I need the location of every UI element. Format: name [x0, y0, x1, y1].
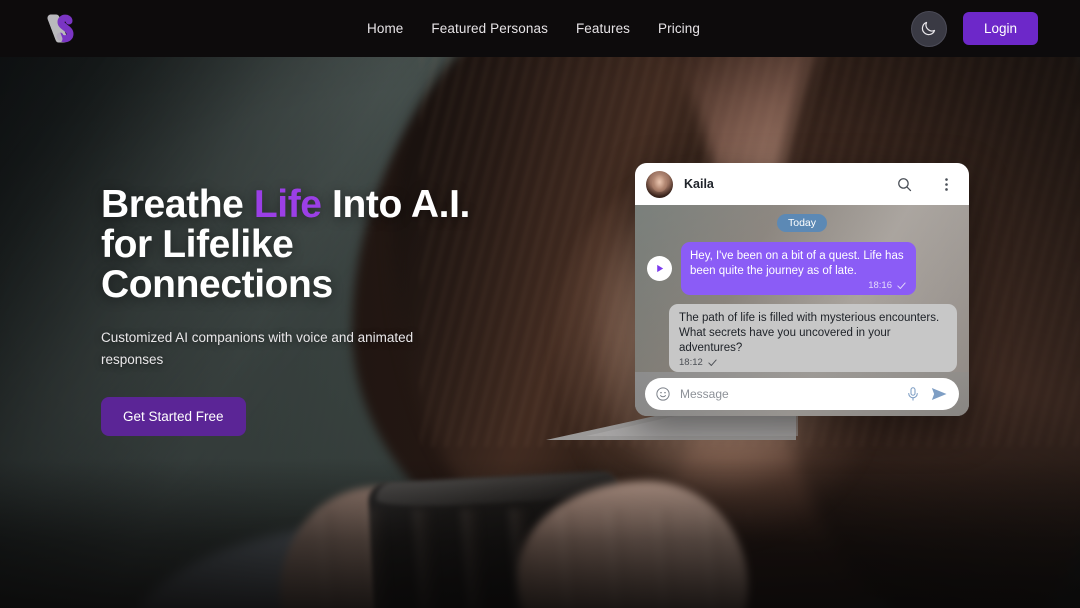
message-meta: 18:16 [690, 280, 907, 291]
message-meta: 18:12 [679, 357, 948, 368]
microphone-icon [908, 387, 918, 401]
check-icon [708, 359, 717, 366]
brand-logo[interactable] [42, 9, 82, 49]
chat-search-button[interactable] [896, 176, 913, 193]
message-text: The path of life is filled with mysterio… [679, 312, 940, 354]
chat-day-divider: Today [776, 214, 828, 232]
voice-message-play-button[interactable] [647, 256, 672, 281]
voice-record-button[interactable] [905, 386, 921, 402]
emoji-button[interactable] [655, 386, 671, 402]
message-bubble-incoming: The path of life is filled with mysterio… [669, 304, 957, 372]
chat-day-divider-row: Today [647, 214, 957, 232]
chat-widget: Kaila Today Hey, I've been on a bit of a… [635, 163, 969, 416]
chat-message-list: Today Hey, I've been on a bit of a quest… [635, 205, 969, 372]
hero-title-accent: Life [253, 183, 322, 226]
send-button[interactable] [930, 385, 948, 403]
nav-item-featured-personas[interactable]: Featured Personas [431, 21, 548, 36]
hero-title-part1: Breathe [101, 183, 254, 226]
background-bottom-fade [0, 458, 1080, 608]
nav-item-pricing[interactable]: Pricing [658, 21, 700, 36]
page-title: Breathe Life Into A.I. for Lifelike Conn… [101, 185, 531, 305]
page-root: Home Featured Personas Features Pricing … [0, 0, 1080, 608]
search-icon [898, 177, 912, 191]
chat-menu-button[interactable] [938, 176, 955, 193]
nav-item-home[interactable]: Home [367, 21, 403, 36]
hero-subtitle: Customized AI companions with voice and … [101, 330, 414, 367]
play-icon [657, 264, 664, 273]
moon-icon [922, 21, 936, 36]
message-text: Hey, I've been on a bit of a quest. Life… [690, 250, 904, 277]
hero-copy: Breathe Life Into A.I. for Lifelike Conn… [101, 185, 531, 436]
site-header: Home Featured Personas Features Pricing … [0, 0, 1080, 57]
header-actions: Login [910, 0, 1038, 57]
message-timestamp: 18:16 [868, 280, 892, 291]
more-vertical-icon [945, 177, 948, 191]
chat-input-container[interactable]: Message [645, 378, 959, 410]
vs-monogram-logo-icon [47, 14, 74, 43]
send-icon [931, 388, 947, 400]
message-bubble-outgoing: Hey, I've been on a bit of a quest. Life… [681, 242, 916, 295]
get-started-free-button[interactable]: Get Started Free [101, 397, 246, 436]
message-timestamp: 18:12 [679, 357, 703, 368]
chat-composer: Message [635, 372, 969, 416]
check-icon [897, 282, 906, 289]
login-button[interactable]: Login [962, 12, 1038, 45]
primary-navigation: Home Featured Personas Features Pricing [367, 0, 700, 57]
chat-message-outgoing: Hey, I've been on a bit of a quest. Life… [647, 242, 957, 295]
message-input[interactable]: Message [680, 387, 896, 401]
nav-item-features[interactable]: Features [576, 21, 630, 36]
emoji-smiley-icon [656, 387, 670, 401]
avatar [646, 170, 673, 198]
theme-toggle-button[interactable] [910, 10, 947, 47]
chat-header: Kaila [635, 163, 969, 205]
chat-contact-name: Kaila [684, 177, 714, 191]
